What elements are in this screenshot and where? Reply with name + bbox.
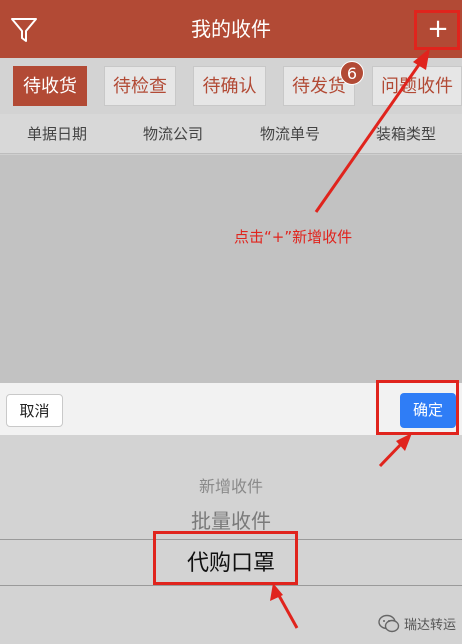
column-header-packing: 装箱类型 [376,125,437,143]
column-header-carrier: 物流公司 [143,125,204,143]
app-header: 我的收件 + [0,0,462,58]
picker-option-new[interactable]: 新增收件 [0,473,462,497]
annotation-text: 点击“+”新增收件 [234,228,353,246]
annotation-highlight-add [414,10,460,50]
column-header-tracking: 物流单号 [260,125,321,143]
status-tabs: 待收货 待检查 待确认 待发货 问题收件 [0,58,462,114]
tab-problem[interactable]: 问题收件 [372,66,462,106]
tab-pending-inspect[interactable]: 待检查 [104,66,176,106]
wechat-icon [378,614,400,633]
picker-option-batch[interactable]: 批量收件 [0,505,462,534]
watermark-text: 瑞达转运 [404,618,457,633]
picker-divider-bottom [0,585,462,586]
pending-ship-badge: 6 [340,61,364,85]
page-title: 我的收件 [191,17,271,41]
annotation-highlight-selected [153,531,298,585]
table-header: 单据日期 物流公司 物流单号 装箱类型 [0,114,462,154]
cancel-button[interactable]: 取消 [6,394,63,427]
tab-pending-receive[interactable]: 待收货 [13,66,87,106]
tab-pending-confirm[interactable]: 待确认 [193,66,266,106]
column-header-date: 单据日期 [27,125,88,143]
empty-list-area [0,155,462,383]
annotation-highlight-confirm [376,380,459,435]
